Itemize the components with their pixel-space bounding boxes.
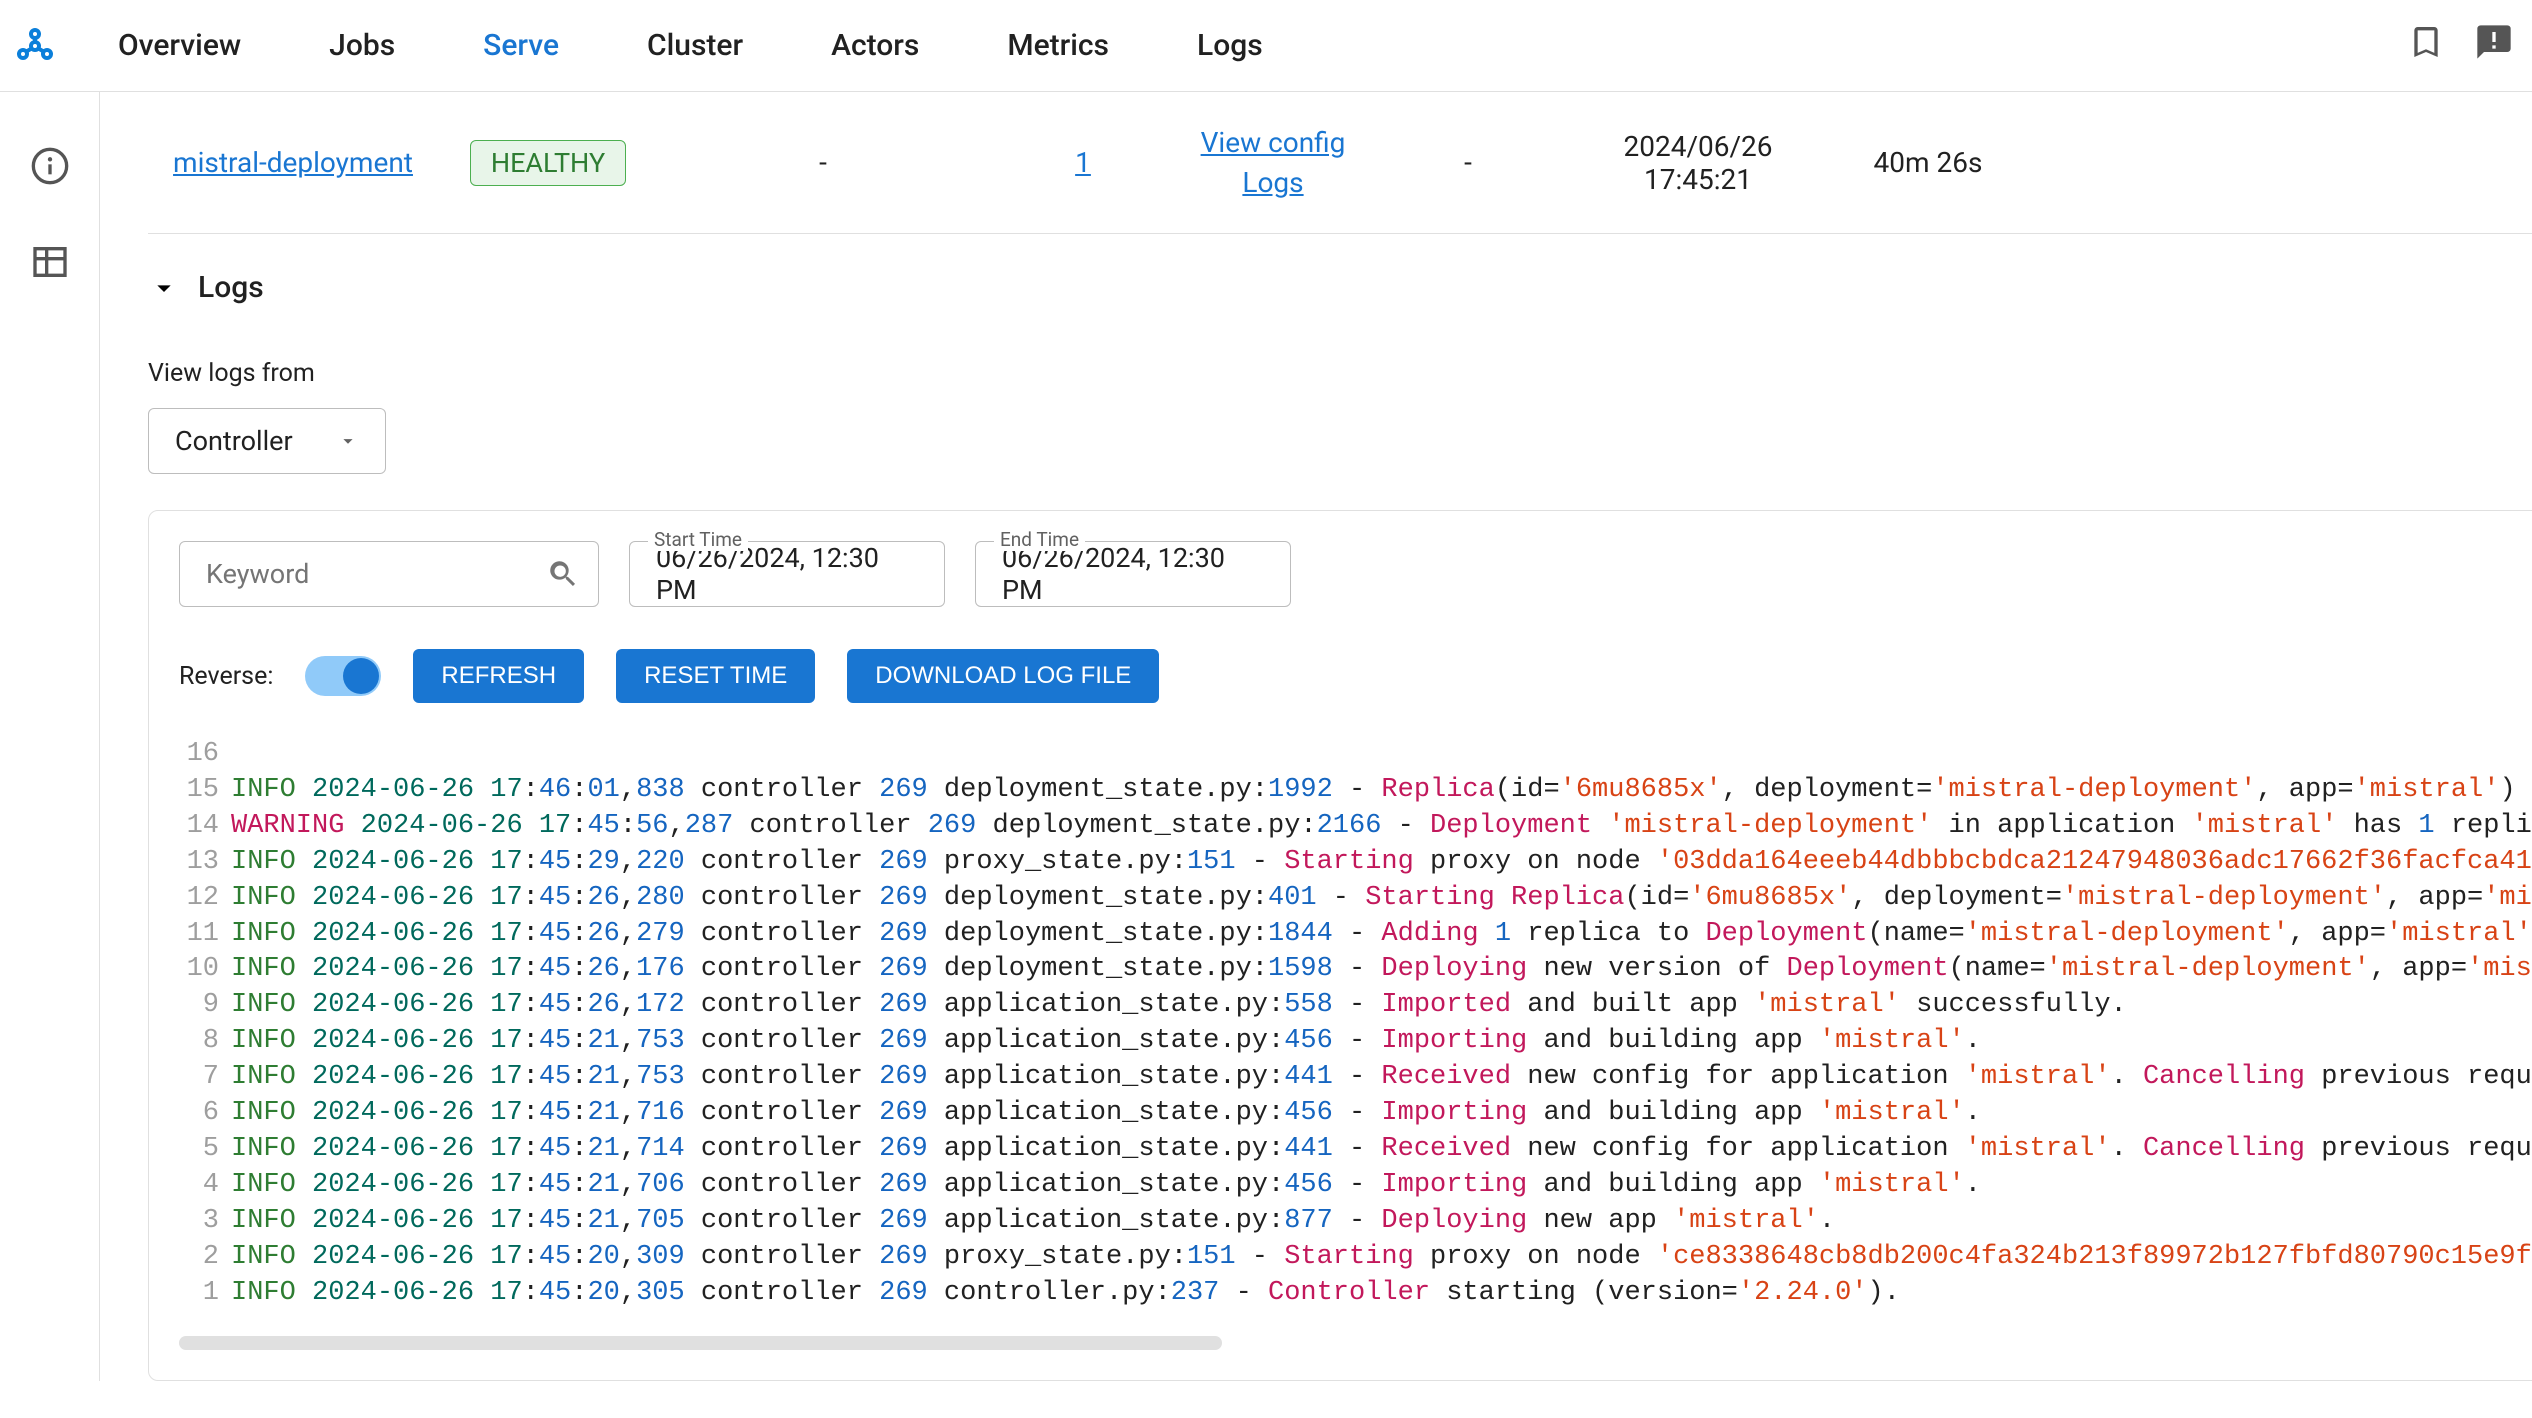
log-output[interactable]: 1615INFO 2024-06-26 17:46:01,838 control… [179,737,2532,1330]
info-icon[interactable] [30,146,70,186]
deployment-route: - [1368,146,1568,179]
search-icon [546,557,580,591]
log-line: 1INFO 2024-06-26 17:45:20,305 controller… [179,1276,2532,1312]
end-time-label: End Time [994,528,1085,551]
view-logs-from-label: View logs from [148,359,2532,388]
log-source-value: Controller [175,425,293,457]
chevron-down-icon[interactable] [148,272,180,304]
horizontal-scrollbar[interactable] [179,1336,1222,1350]
nav-tab-jobs[interactable]: Jobs [329,28,395,63]
nav-tabs: Overview Jobs Serve Cluster Actors Metrics Log… [118,28,1263,63]
log-line: 11INFO 2024-06-26 17:45:26,279 controlle… [179,917,2532,953]
log-line: 13INFO 2024-06-26 17:45:29,220 controlle… [179,845,2532,881]
feedback-icon[interactable] [2474,22,2514,69]
ray-logo [8,19,62,73]
log-line: 16 [179,737,2532,773]
nav-tab-logs[interactable]: Logs [1197,28,1263,63]
download-log-button[interactable]: DOWNLOAD LOG FILE [847,649,1159,703]
reverse-label: Reverse: [179,662,273,691]
view-config-link[interactable]: View config [1201,124,1346,162]
deployment-duration: 40m 26s [1828,146,2028,179]
log-line: 2INFO 2024-06-26 17:45:20,309 controller… [179,1240,2532,1276]
table-icon[interactable] [30,242,70,282]
deployment-name-link[interactable]: mistral-deployment [173,144,413,182]
log-line: 6INFO 2024-06-26 17:45:21,716 controller… [179,1096,2532,1132]
log-line: 9INFO 2024-06-26 17:45:26,172 controller… [179,988,2532,1024]
dropdown-arrow-icon [337,430,359,452]
reset-time-button[interactable]: RESET TIME [616,649,815,703]
status-badge: HEALTHY [470,140,626,186]
nav-tab-serve[interactable]: Serve [483,28,559,63]
log-line: 4INFO 2024-06-26 17:45:21,706 controller… [179,1168,2532,1204]
keyword-placeholder: Keyword [206,558,309,590]
nav-tab-actors[interactable]: Actors [831,28,919,63]
log-line: 5INFO 2024-06-26 17:45:21,714 controller… [179,1132,2532,1168]
refresh-button[interactable]: REFRESH [413,649,584,703]
start-time-input[interactable]: Start Time 06/26/2024, 12:30 PM [629,541,945,607]
nav-tab-overview[interactable]: Overview [118,28,241,63]
left-sidebar [0,92,100,1381]
replicas-link[interactable]: 1 [1075,144,1091,182]
log-viewer-card: Keyword Start Time 06/26/2024, 12:30 PM … [148,510,2532,1381]
deployment-timestamp: 2024/06/26 17:45:21 [1568,130,1828,196]
start-time-label: Start Time [648,528,748,551]
log-line: 8INFO 2024-06-26 17:45:21,753 controller… [179,1024,2532,1060]
end-time-input[interactable]: End Time 06/26/2024, 12:30 PM [975,541,1291,607]
log-line: 15INFO 2024-06-26 17:46:01,838 controlle… [179,773,2532,809]
log-source-select[interactable]: Controller [148,408,386,474]
reverse-toggle[interactable] [305,656,381,696]
deployment-message: - [658,146,988,179]
nav-tab-metrics[interactable]: Metrics [1007,28,1109,63]
top-nav: Overview Jobs Serve Cluster Actors Metrics Log… [0,0,2532,92]
log-line: 3INFO 2024-06-26 17:45:21,705 controller… [179,1204,2532,1240]
log-line: 10INFO 2024-06-26 17:45:26,176 controlle… [179,952,2532,988]
logs-link[interactable]: Logs [1242,164,1303,202]
nav-tab-cluster[interactable]: Cluster [647,28,743,63]
section-title-logs: Logs [198,270,264,305]
log-line: 7INFO 2024-06-26 17:45:21,753 controller… [179,1060,2532,1096]
deployment-row: mistral-deployment HEALTHY - 1 View conf… [148,92,2532,234]
keyword-input[interactable]: Keyword [179,541,599,607]
bookmark-icon[interactable] [2406,22,2446,69]
log-line: 12INFO 2024-06-26 17:45:26,280 controlle… [179,881,2532,917]
end-time-value: 06/26/2024, 12:30 PM [1002,542,1264,606]
log-line: 14WARNING 2024-06-26 17:45:56,287 contro… [179,809,2532,845]
start-time-value: 06/26/2024, 12:30 PM [656,542,918,606]
